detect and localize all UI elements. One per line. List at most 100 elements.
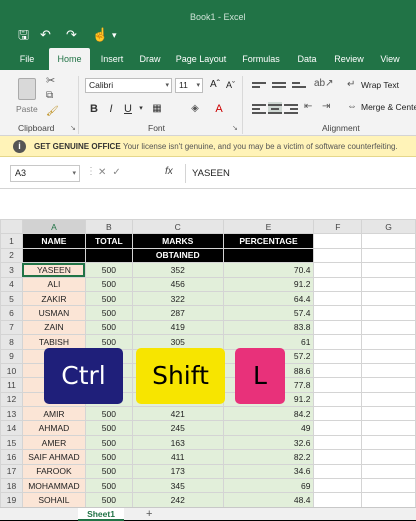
tab-review[interactable]: Review	[330, 48, 368, 70]
cell[interactable]	[361, 334, 416, 350]
total-cell[interactable]: 500	[84, 492, 133, 507]
marks-cell[interactable]: 322	[131, 290, 224, 307]
cell[interactable]	[313, 233, 363, 249]
cell[interactable]	[313, 492, 363, 507]
enter-icon[interactable]: ✓	[112, 167, 126, 178]
row-header[interactable]: 18	[0, 478, 23, 494]
marks-cell[interactable]: 242	[131, 492, 224, 507]
column-header-f[interactable]: F	[313, 219, 363, 235]
total-cell[interactable]: 500	[84, 290, 133, 307]
orientation-icon[interactable]: ab↗	[314, 78, 334, 89]
percentage-cell[interactable]: 32.6	[222, 434, 315, 451]
cell[interactable]	[313, 391, 363, 408]
font-size-select[interactable]: 11 ▾	[175, 78, 203, 93]
header-percentage[interactable]: PERCENTAGE	[222, 233, 315, 249]
cell[interactable]	[313, 449, 363, 465]
merge-center-icon[interactable]: ⇔	[347, 101, 357, 112]
column-header-e[interactable]: E	[222, 219, 315, 235]
decrease-font-icon[interactable]: Aˇ	[226, 80, 235, 90]
cell[interactable]	[361, 377, 416, 393]
borders-icon[interactable]: ▦	[150, 102, 164, 116]
underline-dropdown-icon[interactable]: ▾	[134, 102, 148, 116]
row-header[interactable]: 16	[0, 449, 23, 465]
marks-cell[interactable]: 245	[131, 420, 224, 436]
total-cell[interactable]: 500	[84, 276, 133, 292]
row-header[interactable]: 6	[0, 305, 23, 321]
name-cell[interactable]: USMAN	[21, 305, 86, 321]
total-cell[interactable]: 500	[84, 478, 133, 494]
header-obtained[interactable]: OBTAINED	[131, 247, 224, 264]
marks-cell[interactable]: 345	[131, 478, 224, 494]
tab-insert[interactable]: Insert	[96, 48, 128, 70]
font-launcher-icon[interactable]: ↘	[232, 124, 238, 132]
cell[interactable]	[313, 290, 363, 307]
cell[interactable]	[313, 348, 363, 364]
align-left-icon[interactable]	[252, 102, 266, 114]
total-cell[interactable]: 500	[84, 262, 133, 278]
save-icon[interactable]: 🖫	[18, 28, 29, 42]
percentage-cell[interactable]: 64.4	[222, 290, 315, 307]
marks-cell[interactable]: 287	[131, 305, 224, 321]
cell[interactable]	[84, 247, 133, 264]
insert-function-button[interactable]: fx	[165, 166, 173, 177]
marks-cell[interactable]: 421	[131, 406, 224, 422]
name-cell[interactable]: MOHAMMAD	[21, 478, 86, 494]
align-bottom-icon[interactable]	[292, 80, 306, 92]
paste-button[interactable]: Paste	[14, 74, 42, 118]
format-painter-icon[interactable]: 🖌	[46, 106, 59, 117]
percentage-cell[interactable]: 91.2	[222, 276, 315, 292]
percentage-cell[interactable]: 34.6	[222, 463, 315, 480]
tab-home[interactable]: Home	[49, 48, 90, 70]
total-cell[interactable]: 500	[84, 463, 133, 480]
percentage-cell[interactable]: 83.8	[222, 319, 315, 336]
underline-button[interactable]: U	[121, 102, 135, 116]
cell[interactable]	[313, 434, 363, 451]
name-cell[interactable]: SAIF AHMAD	[21, 449, 86, 465]
header-total[interactable]: TOTAL	[84, 233, 133, 249]
cell[interactable]	[361, 391, 416, 408]
marks-cell[interactable]: 173	[131, 463, 224, 480]
tab-page-layout[interactable]: Page Layout	[172, 48, 230, 70]
row-header[interactable]: 11	[0, 377, 23, 393]
cell[interactable]	[313, 420, 363, 436]
row-header[interactable]: 15	[0, 434, 23, 451]
cell[interactable]	[21, 247, 86, 264]
row-header[interactable]: 12	[0, 391, 23, 408]
tab-data[interactable]: Data	[292, 48, 322, 70]
cut-icon[interactable]: ✂	[46, 74, 55, 87]
cell[interactable]	[313, 305, 363, 321]
percentage-cell[interactable]: 69	[222, 478, 315, 494]
cell[interactable]	[313, 406, 363, 422]
name-cell[interactable]: AHMAD	[21, 420, 86, 436]
marks-cell[interactable]: 411	[131, 449, 224, 465]
align-top-icon[interactable]	[252, 80, 266, 92]
tab-view[interactable]: View	[375, 48, 405, 70]
font-color-icon[interactable]: A	[212, 102, 226, 116]
cell[interactable]	[361, 290, 416, 307]
cell[interactable]	[313, 247, 363, 264]
cell[interactable]	[361, 319, 416, 336]
cell[interactable]	[313, 362, 363, 379]
fill-color-icon[interactable]: ◈	[188, 102, 202, 116]
cell[interactable]	[313, 478, 363, 494]
select-all-corner[interactable]	[0, 219, 23, 235]
cell[interactable]	[222, 247, 315, 264]
clipboard-launcher-icon[interactable]: ↘	[70, 124, 76, 132]
increase-font-icon[interactable]: Aˆ	[210, 79, 220, 90]
cell[interactable]	[313, 377, 363, 393]
wrap-text-icon[interactable]: ↵	[347, 79, 355, 90]
cell[interactable]	[361, 348, 416, 364]
tab-draw[interactable]: Draw	[135, 48, 165, 70]
cell[interactable]	[313, 334, 363, 350]
row-header[interactable]: 14	[0, 420, 23, 436]
align-center-icon[interactable]	[268, 102, 282, 114]
tab-file[interactable]: File	[12, 48, 42, 70]
wrap-text-button[interactable]: Wrap Text	[361, 80, 399, 90]
row-header[interactable]: 13	[0, 406, 23, 422]
italic-button[interactable]: I	[104, 102, 118, 116]
percentage-cell[interactable]: 82.2	[222, 449, 315, 465]
header-name[interactable]: NAME	[21, 233, 86, 249]
total-cell[interactable]: 500	[84, 406, 133, 422]
marks-cell[interactable]: 419	[131, 319, 224, 336]
marks-cell[interactable]: 456	[131, 276, 224, 292]
